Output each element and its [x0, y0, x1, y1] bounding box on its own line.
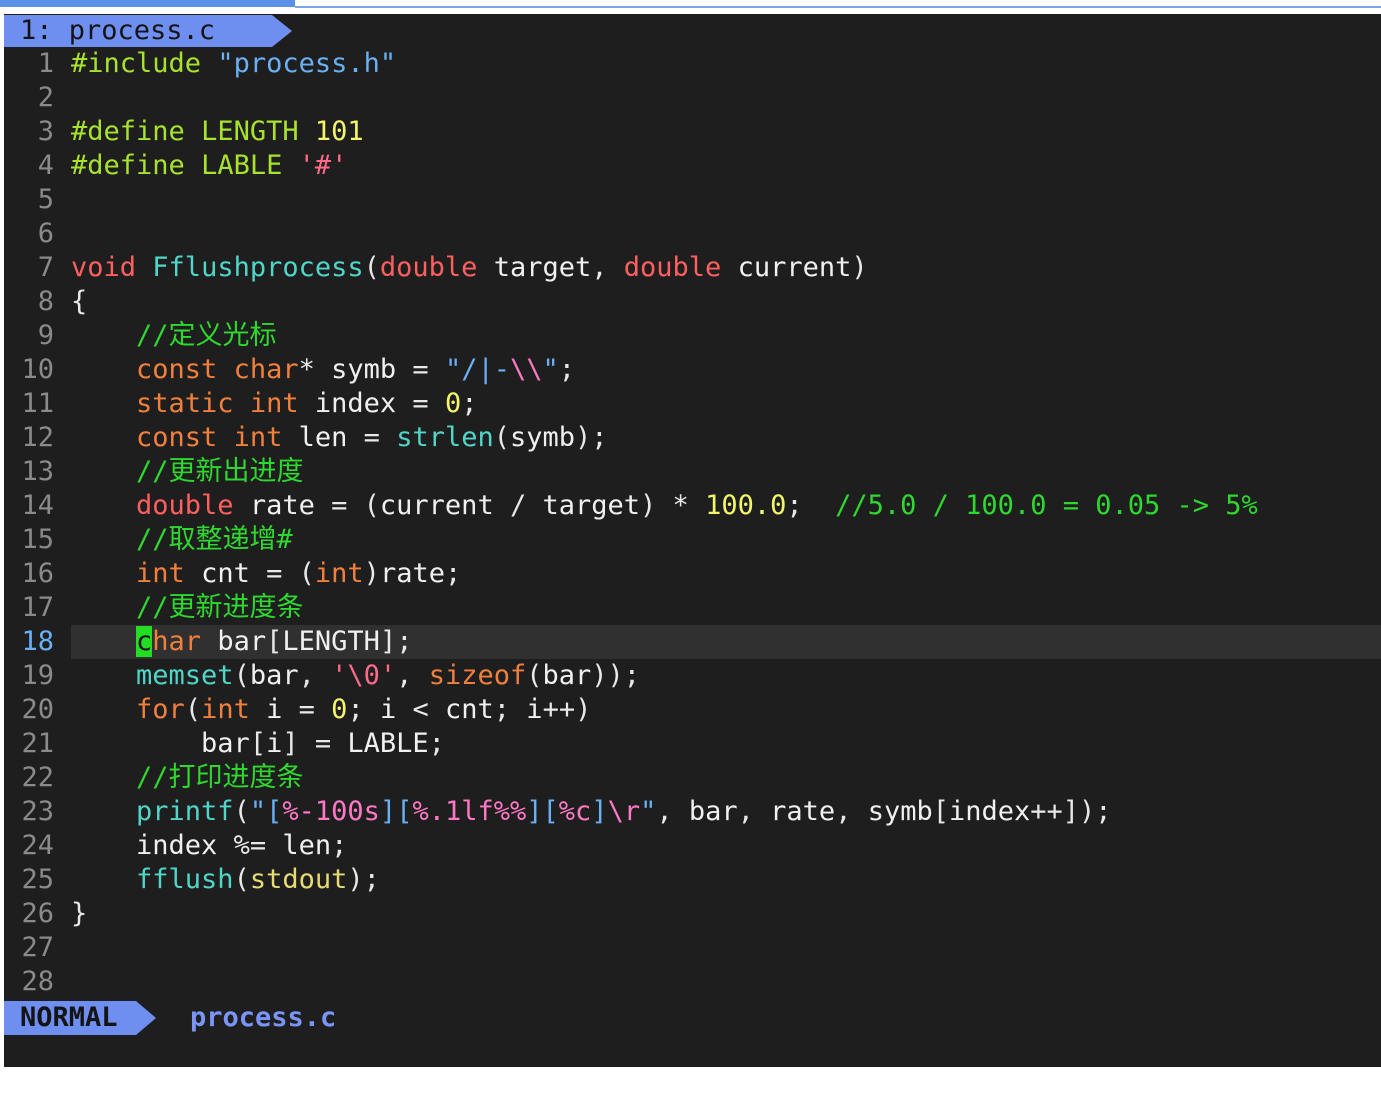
- line-number: 10: [21, 354, 54, 385]
- active-window-indicator: [0, 0, 295, 7]
- code-line: 17 //更新进度条: [4, 591, 1381, 625]
- code-line: 5: [4, 183, 1381, 217]
- statusline: NORMAL process.c: [4, 1001, 1381, 1035]
- line-text: memset(bar, '\0', sizeof(bar));: [136, 660, 641, 691]
- mode-indicator: NORMAL: [4, 1001, 136, 1035]
- line-text: #include "process.h": [71, 48, 397, 79]
- line-text: //打印进度条: [136, 762, 304, 793]
- line-number: 1: [37, 48, 54, 79]
- code-line: 3 #define LENGTH 101: [4, 115, 1381, 149]
- line-number: 25: [21, 864, 54, 895]
- line-number: 24: [21, 830, 54, 861]
- line-number: 19: [21, 660, 54, 691]
- code-line-current: 18 char bar[LENGTH];: [4, 625, 1381, 659]
- line-text: #define LABLE '#': [71, 150, 348, 181]
- line-number: 13: [21, 456, 54, 487]
- vim-terminal[interactable]: 1: process.c 1 #include "process.h" 2 3 …: [4, 14, 1381, 1067]
- code-line: 26 }: [4, 897, 1381, 931]
- line-number: 17: [21, 592, 54, 623]
- code-line: 4 #define LABLE '#': [4, 149, 1381, 183]
- line-text: }: [71, 898, 88, 929]
- line-text: #define LENGTH 101: [71, 116, 364, 147]
- code-line: 7 void Fflushprocess(double target, doub…: [4, 251, 1381, 285]
- code-line: 2: [4, 81, 1381, 115]
- line-text: double rate = (current / target) * 100.0…: [136, 490, 1258, 521]
- line-text: void Fflushprocess(double target, double…: [71, 252, 868, 283]
- line-number: 3: [37, 116, 54, 147]
- line-number: 18: [21, 626, 54, 657]
- line-text: //定义光标: [136, 320, 277, 351]
- line-number: 6: [37, 218, 54, 249]
- code-line: 12 const int len = strlen(symb);: [4, 421, 1381, 455]
- line-text: char bar[LENGTH];: [136, 626, 413, 657]
- window-top-strip: [0, 0, 1381, 14]
- code-line: 23 printf("[%-100s][%.1lf%%][%c]\r", bar…: [4, 795, 1381, 829]
- line-number: 4: [37, 150, 54, 181]
- text-cursor: c: [136, 626, 153, 657]
- tab-separator-arrow: [272, 15, 292, 47]
- line-text: static int index = 0;: [136, 388, 478, 419]
- line-text: for(int i = 0; i < cnt; i++): [136, 694, 592, 725]
- code-line: 16 int cnt = (int)rate;: [4, 557, 1381, 591]
- line-number: 23: [21, 796, 54, 827]
- code-line: 9 //定义光标: [4, 319, 1381, 353]
- code-line: 25 fflush(stdout);: [4, 863, 1381, 897]
- window-border-line: [295, 6, 1381, 8]
- code-line: 20 for(int i = 0; i < cnt; i++): [4, 693, 1381, 727]
- code-line: 27: [4, 931, 1381, 965]
- mode-separator-arrow: [136, 1001, 156, 1035]
- code-line: 11 static int index = 0;: [4, 387, 1381, 421]
- line-number: 21: [21, 728, 54, 759]
- code-line: 22 //打印进度条: [4, 761, 1381, 795]
- line-text: //取整递增#: [136, 524, 293, 555]
- code-buffer[interactable]: 1 #include "process.h" 2 3 #define LENGT…: [4, 47, 1381, 999]
- line-number: 27: [21, 932, 54, 963]
- line-number: 20: [21, 694, 54, 725]
- line-number: 2: [37, 82, 54, 113]
- code-line: 28: [4, 965, 1381, 999]
- line-text: //更新出进度: [136, 456, 304, 487]
- line-number: 22: [21, 762, 54, 793]
- line-text: bar[i] = LABLE;: [201, 728, 445, 759]
- line-number: 14: [21, 490, 54, 521]
- line-number: 5: [37, 184, 54, 215]
- code-line: 21 bar[i] = LABLE;: [4, 727, 1381, 761]
- line-text: printf("[%-100s][%.1lf%%][%c]\r", bar, r…: [136, 796, 1112, 827]
- line-text: const char* symb = "/|-\\";: [136, 354, 576, 385]
- code-line: 14 double rate = (current / target) * 10…: [4, 489, 1381, 523]
- line-text: {: [71, 286, 88, 317]
- line-number: 8: [37, 286, 54, 317]
- line-number: 11: [21, 388, 54, 419]
- line-number: 15: [21, 524, 54, 555]
- code-line: 1 #include "process.h": [4, 47, 1381, 81]
- line-number: 7: [37, 252, 54, 283]
- code-line: 13 //更新出进度: [4, 455, 1381, 489]
- line-text: const int len = strlen(symb);: [136, 422, 608, 453]
- code-line: 15 //取整递增#: [4, 523, 1381, 557]
- line-number: 26: [21, 898, 54, 929]
- tab-process-c[interactable]: 1: process.c: [4, 15, 272, 47]
- code-line: 6: [4, 217, 1381, 251]
- line-text: index %= len;: [136, 830, 348, 861]
- line-text: int cnt = (int)rate;: [136, 558, 462, 589]
- code-line: 8 {: [4, 285, 1381, 319]
- line-number: 28: [21, 966, 54, 997]
- status-filename: process.c: [190, 1002, 337, 1033]
- line-number: 16: [21, 558, 54, 589]
- line-text: //更新进度条: [136, 592, 304, 623]
- line-number: 12: [21, 422, 54, 453]
- code-line: 24 index %= len;: [4, 829, 1381, 863]
- code-line: 10 const char* symb = "/|-\\";: [4, 353, 1381, 387]
- code-line: 19 memset(bar, '\0', sizeof(bar));: [4, 659, 1381, 693]
- line-number: 9: [37, 320, 54, 351]
- line-text: fflush(stdout);: [136, 864, 380, 895]
